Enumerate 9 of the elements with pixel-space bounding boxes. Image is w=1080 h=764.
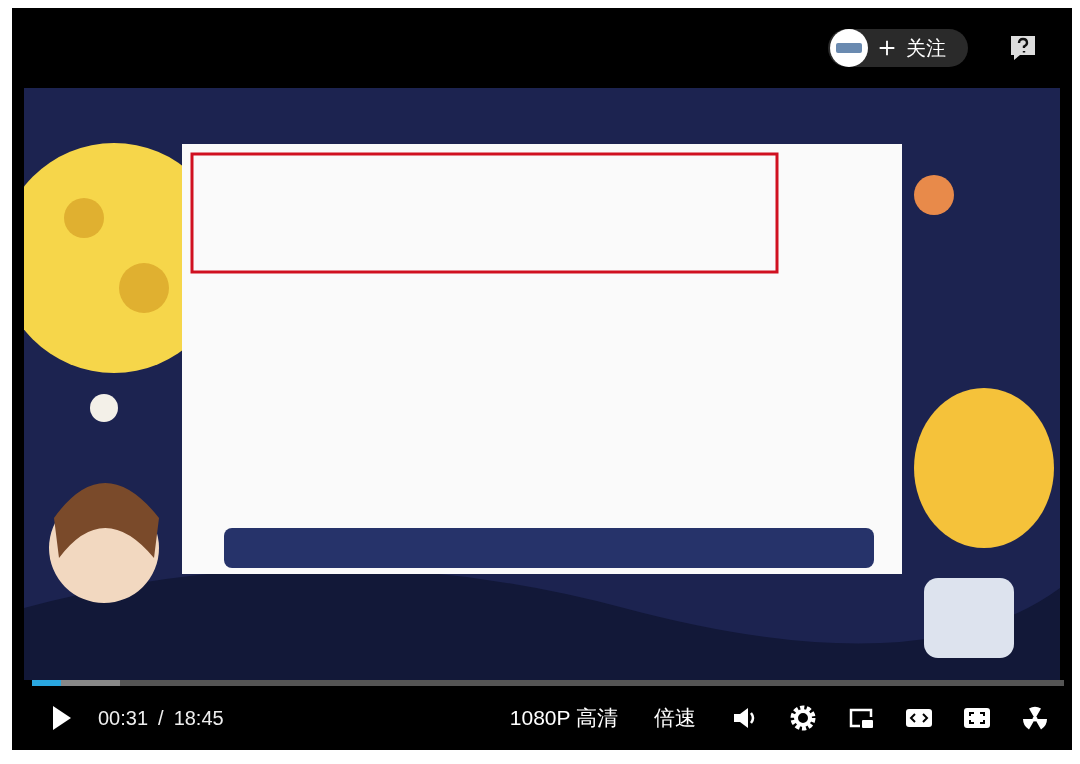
speed-button[interactable]: 倍速 bbox=[654, 704, 696, 732]
current-time: 00:31 bbox=[98, 706, 149, 730]
duration: 18:45 bbox=[173, 706, 224, 730]
follow-button[interactable]: 关注 bbox=[828, 29, 968, 67]
quality-button[interactable]: 1080P 高清 bbox=[509, 704, 618, 732]
progress-bar[interactable] bbox=[32, 680, 1064, 686]
help-icon[interactable] bbox=[1008, 33, 1038, 63]
settings-button[interactable] bbox=[788, 703, 818, 733]
time-separator: / bbox=[158, 706, 164, 730]
